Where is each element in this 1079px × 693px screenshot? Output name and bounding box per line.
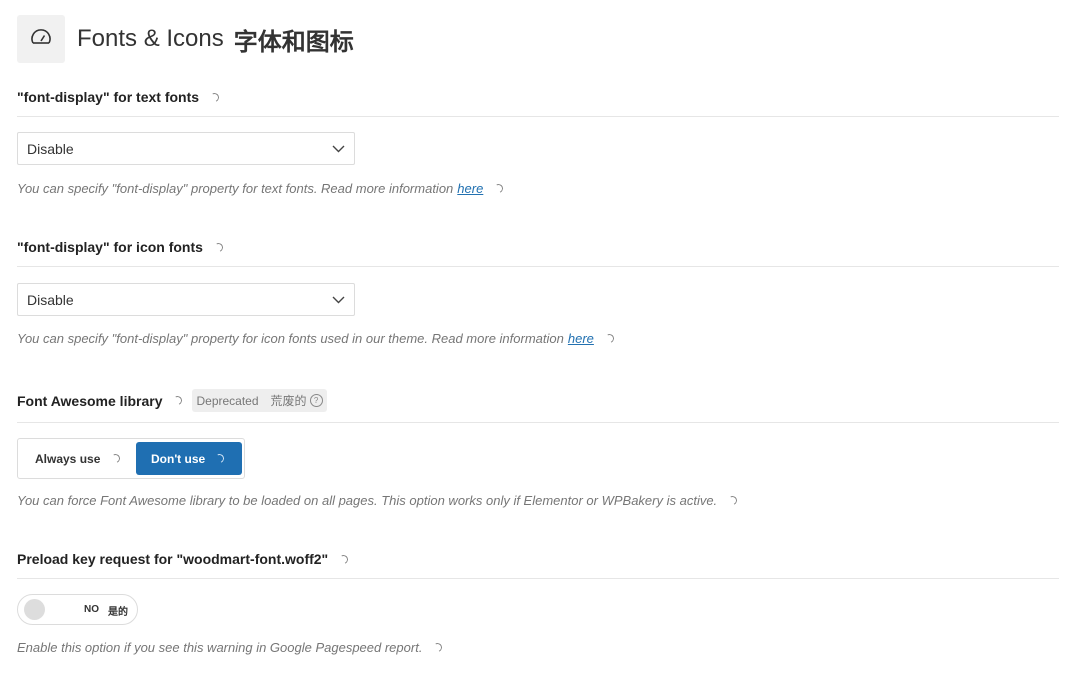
loading-spinner-icon: [172, 394, 184, 407]
dont-use-label: Don't use: [151, 451, 206, 466]
divider: [17, 116, 1059, 117]
icon-fonts-title-label: "font-display" for icon fonts: [17, 239, 203, 255]
icon-fonts-title: "font-display" for icon fonts: [17, 239, 225, 255]
preload-desc-text: Enable this option if you see this warni…: [17, 640, 423, 655]
font-awesome-title: Font Awesome library Deprecated 荒废的 ?: [17, 389, 327, 412]
deprecated-badge-label: Deprecated: [196, 393, 259, 408]
preload-title-label: Preload key request for "woodmart-font.w…: [17, 551, 329, 567]
deprecated-badge: Deprecated 荒废的 ?: [192, 389, 327, 412]
loading-spinner-icon: [493, 182, 505, 195]
icon-fonts-desc-text: You can specify "font-display" property …: [17, 331, 564, 346]
chevron-down-icon: [332, 145, 345, 153]
loading-spinner-icon: [213, 452, 226, 465]
text-fonts-desc-text: You can specify "font-display" property …: [17, 181, 454, 196]
text-fonts-description: You can specify "font-display" property …: [17, 181, 505, 196]
text-fonts-select[interactable]: Disable: [17, 132, 355, 165]
font-awesome-title-label: Font Awesome library: [17, 392, 163, 409]
divider: [17, 266, 1059, 267]
text-fonts-here-link[interactable]: here: [457, 181, 483, 196]
loading-spinner-icon: [726, 494, 739, 507]
icon-fonts-description: You can specify "font-display" property …: [17, 331, 616, 346]
toggle-knob[interactable]: [24, 599, 45, 620]
loading-spinner-icon: [212, 241, 225, 253]
icon-fonts-here-link[interactable]: here: [568, 331, 594, 346]
page-title-cn: 字体和图标: [233, 27, 354, 56]
page-title-text: Fonts & Icons: [77, 25, 224, 52]
font-awesome-button-set: Always use Don't use: [17, 438, 245, 479]
preload-title: Preload key request for "woodmart-font.w…: [17, 551, 350, 567]
header-icon-box: [17, 15, 65, 63]
always-use-button[interactable]: Always use: [21, 442, 133, 475]
preload-toggle[interactable]: NO 是的: [17, 594, 138, 625]
chevron-down-icon: [332, 296, 345, 304]
divider: [17, 578, 1059, 579]
font-awesome-desc-text: You can force Font Awesome library to be…: [17, 493, 718, 508]
icon-fonts-select[interactable]: Disable: [17, 283, 355, 316]
speedometer-icon: [30, 28, 52, 50]
loading-spinner-icon: [208, 91, 221, 103]
page-title: Fonts & Icons 字体和图标: [77, 22, 354, 57]
divider: [17, 422, 1059, 423]
text-fonts-title: "font-display" for text fonts: [17, 89, 221, 105]
font-awesome-description: You can force Font Awesome library to be…: [17, 493, 739, 508]
deprecated-badge-label-cn: 荒废的: [270, 394, 307, 408]
toggle-yes-label: 是的: [108, 607, 128, 618]
loading-spinner-icon: [337, 553, 350, 565]
text-fonts-title-label: "font-display" for text fonts: [17, 89, 200, 105]
text-fonts-select-value: Disable: [27, 140, 74, 157]
icon-fonts-select-value: Disable: [27, 291, 74, 308]
page-header: Fonts & Icons 字体和图标: [17, 15, 354, 63]
loading-spinner-icon: [432, 641, 444, 654]
dont-use-button[interactable]: Don't use: [136, 442, 242, 475]
preload-description: Enable this option if you see this warni…: [17, 640, 444, 655]
toggle-no-label: NO: [84, 604, 99, 615]
loading-spinner-icon: [110, 452, 122, 465]
help-icon[interactable]: ?: [309, 394, 323, 407]
always-use-label: Always use: [35, 451, 101, 466]
loading-spinner-icon: [603, 332, 616, 345]
